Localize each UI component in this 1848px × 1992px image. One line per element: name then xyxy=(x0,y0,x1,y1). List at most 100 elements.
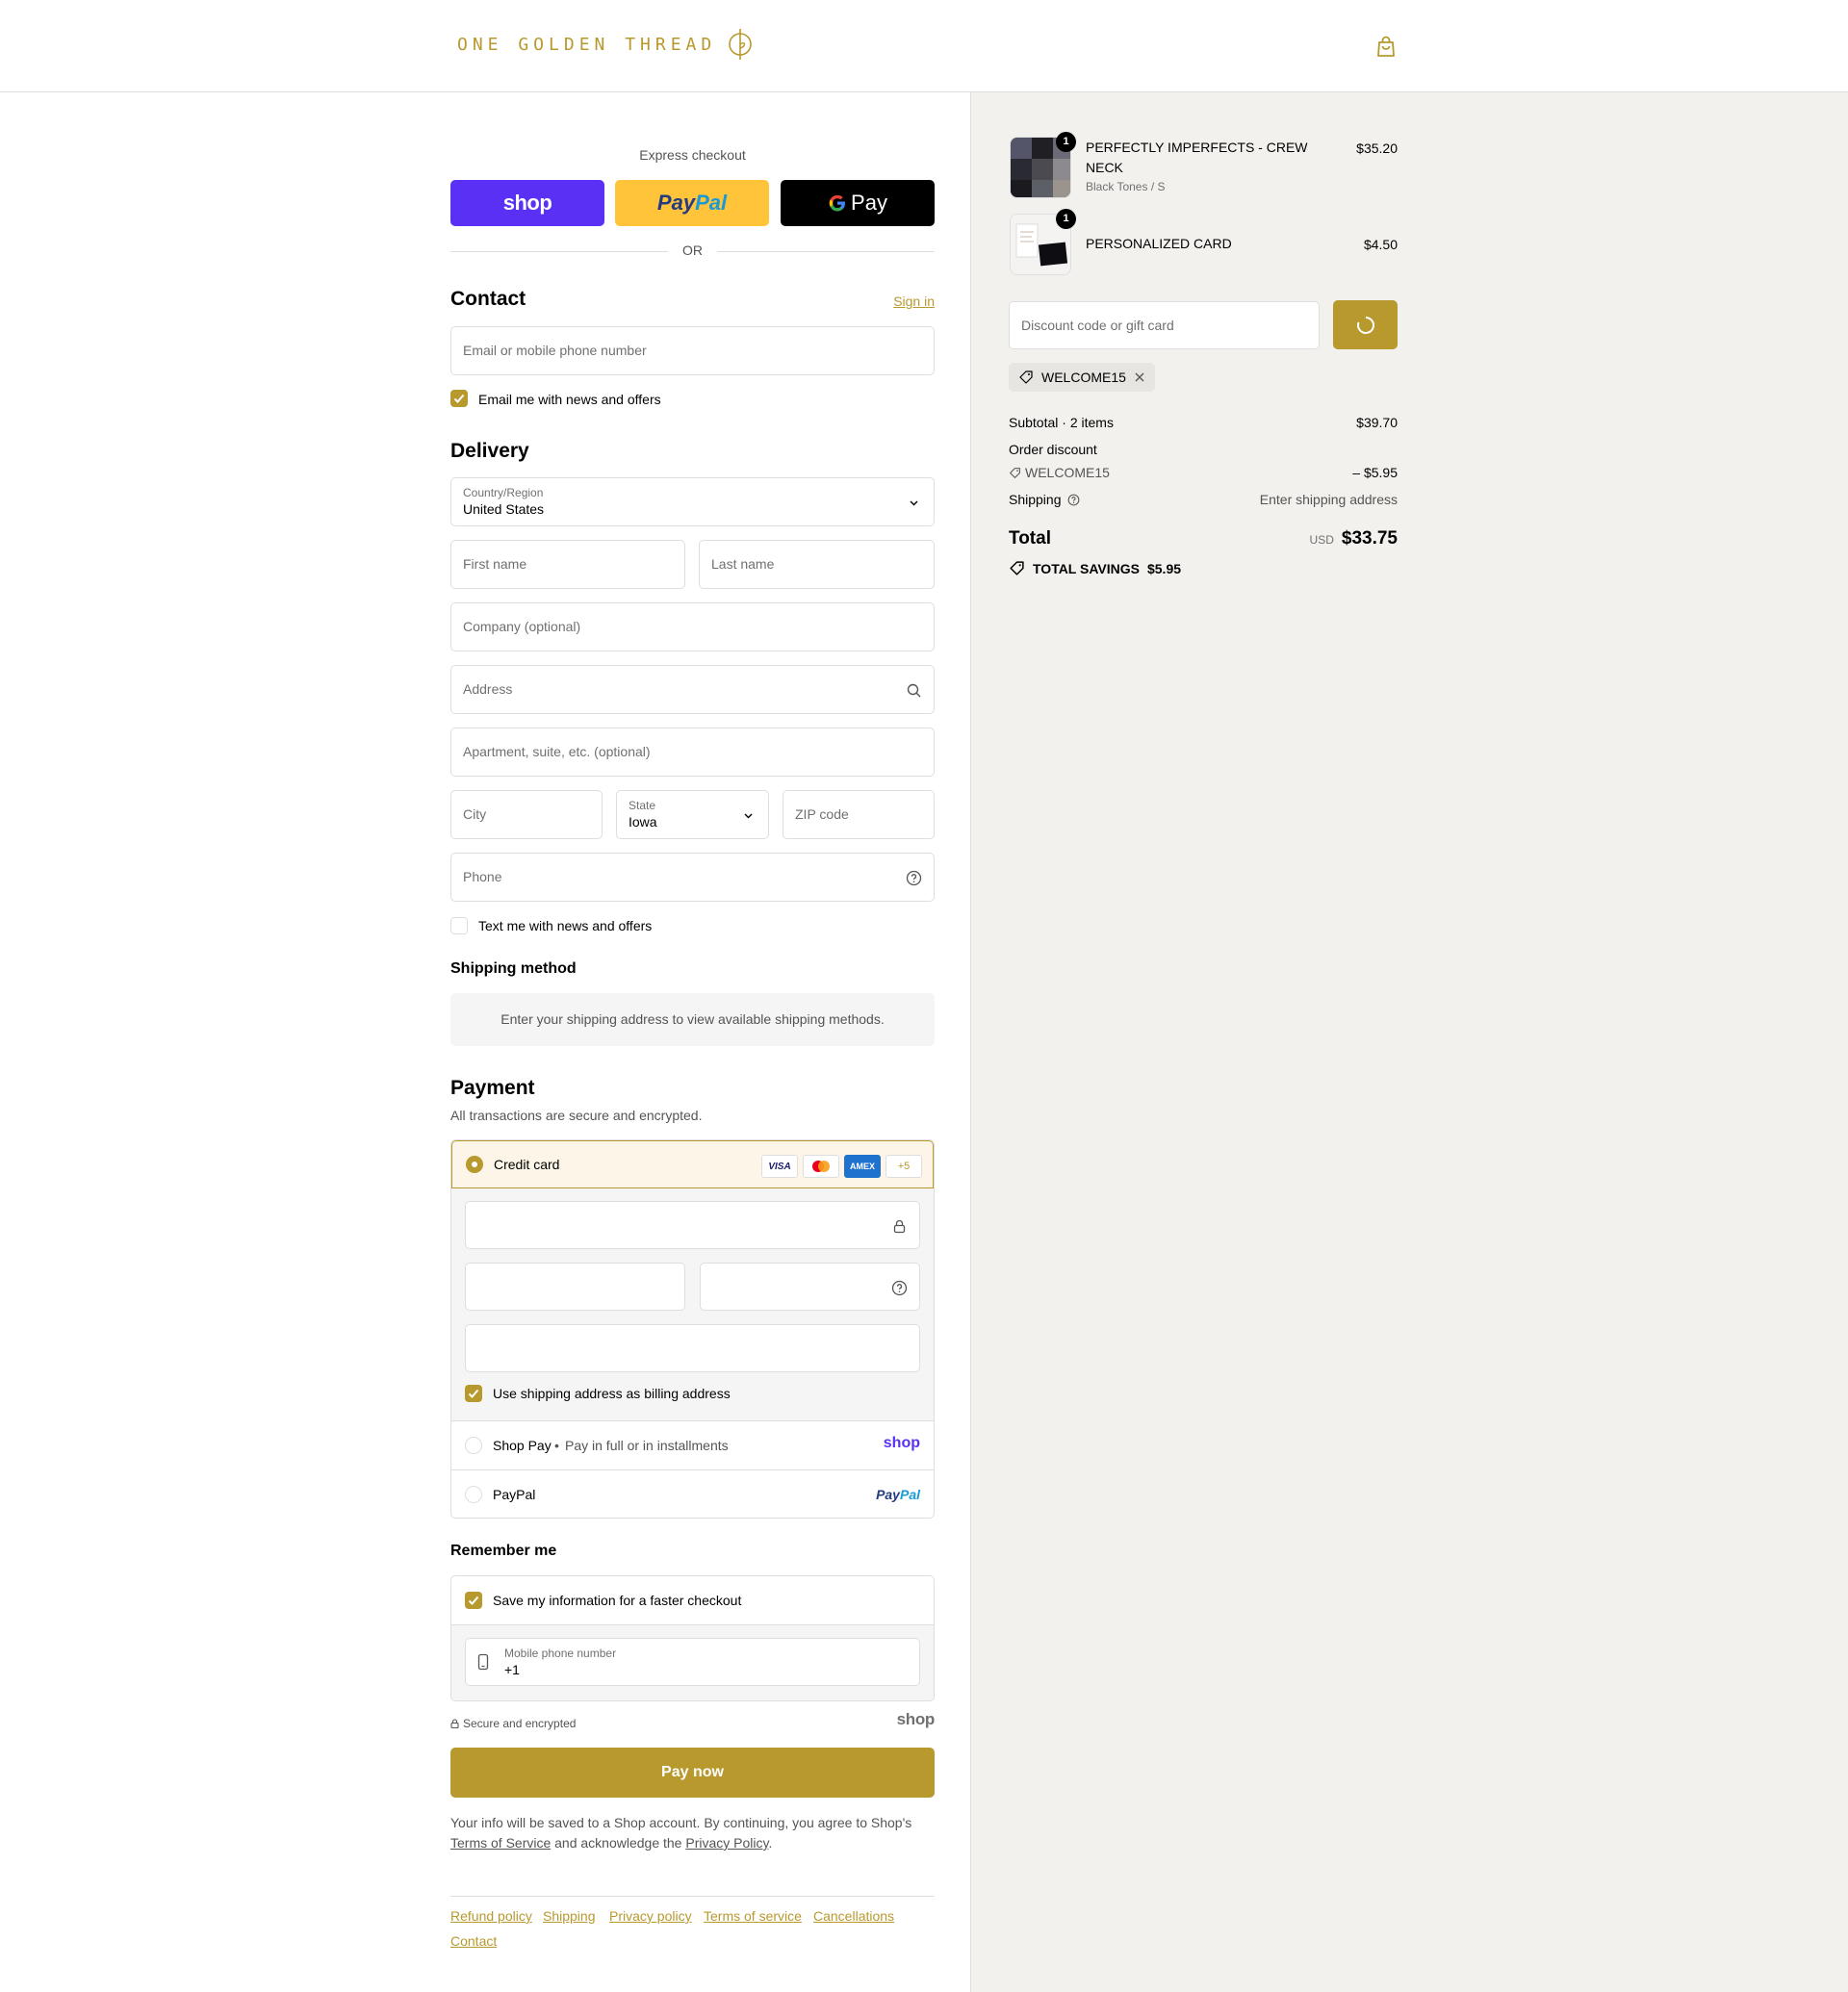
legal-part2: and acknowledge the xyxy=(551,1835,686,1851)
tag-icon xyxy=(1019,370,1033,384)
apply-discount-button[interactable] xyxy=(1333,300,1398,349)
first-name-field[interactable]: First name xyxy=(450,540,685,589)
shop-pay-logo: shop xyxy=(883,1435,920,1451)
discount-code-input[interactable]: Discount code or gift card xyxy=(1009,301,1320,349)
cancellations-link[interactable]: Cancellations xyxy=(813,1908,894,1924)
shop-pay-button[interactable]: shop xyxy=(450,180,604,226)
help-circle-icon[interactable] xyxy=(891,1280,908,1296)
phone-placeholder: Phone xyxy=(463,869,502,884)
terms-of-service-link[interactable]: Terms of service xyxy=(704,1908,802,1924)
paypal-option[interactable]: PayPal PayPal xyxy=(451,1469,934,1518)
text-news-label: Text me with news and offers xyxy=(478,918,653,933)
city-placeholder: City xyxy=(463,806,487,822)
email-field[interactable]: Email or mobile phone number xyxy=(450,326,935,375)
item-price: $35.20 xyxy=(1356,140,1398,156)
shop-pay-option[interactable]: Shop Pay • Pay in full or in installment… xyxy=(451,1421,934,1469)
currency-code: USD xyxy=(1309,533,1334,547)
paypal-wordmark-b: Pal xyxy=(695,191,728,215)
shop-privacy-link[interactable]: Privacy Policy xyxy=(685,1835,768,1851)
apartment-placeholder: Apartment, suite, etc. (optional) xyxy=(463,744,651,759)
shop-pay-sublabel: Pay in full or in installments xyxy=(565,1438,729,1453)
mobile-phone-field[interactable]: Mobile phone number +1 xyxy=(465,1638,920,1686)
payment-methods: Credit card VISA AMEX +5 Use shipping ad… xyxy=(450,1139,935,1519)
email-placeholder: Email or mobile phone number xyxy=(463,343,647,358)
state-value: Iowa xyxy=(629,814,657,830)
payment-subtitle: All transactions are secure and encrypte… xyxy=(450,1108,703,1123)
shop-terms-link[interactable]: Terms of Service xyxy=(450,1835,551,1851)
google-pay-button[interactable]: Pay xyxy=(781,180,935,226)
subtotal-label: Subtotal · 2 items xyxy=(1009,415,1114,430)
paypal-label: PayPal xyxy=(493,1487,536,1502)
discount-code: WELCOME15 xyxy=(1025,465,1110,480)
amex-icon: AMEX xyxy=(844,1155,881,1178)
mastercard-icon xyxy=(803,1155,839,1178)
last-name-field[interactable]: Last name xyxy=(699,540,935,589)
credit-card-option[interactable]: Credit card VISA AMEX +5 xyxy=(451,1140,934,1188)
address-field[interactable]: Address xyxy=(450,665,935,714)
expiry-field[interactable] xyxy=(465,1263,685,1311)
remember-me-box: Save my information for a faster checkou… xyxy=(450,1575,935,1701)
name-on-card-field[interactable] xyxy=(465,1324,920,1372)
credit-card-radio[interactable] xyxy=(466,1156,483,1173)
shop-logo: shop xyxy=(896,1710,936,1728)
total-row: USD $33.75 xyxy=(1310,528,1398,549)
more-cards-badge: +5 xyxy=(886,1155,922,1178)
sign-in-link[interactable]: Sign in xyxy=(893,294,935,309)
shipping-method-info: Enter your shipping address to view avai… xyxy=(450,993,935,1046)
save-info-label: Save my information for a faster checkou… xyxy=(493,1593,742,1608)
zip-field[interactable]: ZIP code xyxy=(783,790,935,839)
billing-same-checkbox[interactable] xyxy=(465,1385,482,1402)
shop-pay-radio[interactable] xyxy=(465,1437,482,1454)
refund-policy-link[interactable]: Refund policy xyxy=(450,1908,532,1924)
remember-me-body: Mobile phone number +1 xyxy=(451,1624,934,1700)
state-select[interactable]: State Iowa xyxy=(616,790,769,839)
contact-link[interactable]: Contact xyxy=(450,1933,497,1949)
phone-field[interactable]: Phone xyxy=(450,853,935,902)
company-field[interactable]: Company (optional) xyxy=(450,602,935,651)
text-news-checkbox[interactable] xyxy=(450,917,468,934)
billing-same-label: Use shipping address as billing address xyxy=(493,1386,731,1401)
email-news-checkbox[interactable] xyxy=(450,390,468,407)
chevron-down-icon xyxy=(744,813,753,819)
paypal-radio[interactable] xyxy=(465,1486,482,1503)
first-name-placeholder: First name xyxy=(463,556,527,572)
legal-part1: Your info will be saved to a Shop accoun… xyxy=(450,1815,912,1830)
visa-icon: VISA xyxy=(761,1155,798,1178)
close-icon[interactable] xyxy=(1134,371,1145,383)
shipping-row: Shipping xyxy=(1009,492,1080,507)
help-circle-icon[interactable] xyxy=(1067,494,1080,506)
apartment-field[interactable]: Apartment, suite, etc. (optional) xyxy=(450,728,935,777)
card-number-field[interactable] xyxy=(465,1201,920,1249)
quantity-badge: 1 xyxy=(1056,209,1076,229)
pay-now-button[interactable]: Pay now xyxy=(450,1748,935,1798)
header: ONE GOLDEN THREAD xyxy=(0,0,1848,92)
total-savings-value: $5.95 xyxy=(1146,560,1182,576)
state-label: State xyxy=(629,799,656,812)
item-name-line1: PERFECTLY IMPERFECTS - CREW xyxy=(1086,140,1308,155)
privacy-policy-link[interactable]: Privacy policy xyxy=(609,1908,692,1924)
applied-discount-chip: WELCOME15 xyxy=(1009,363,1155,392)
city-field[interactable]: City xyxy=(450,790,603,839)
help-circle-icon[interactable] xyxy=(906,870,922,886)
google-g-icon xyxy=(829,194,846,212)
tag-icon xyxy=(1010,467,1020,478)
credit-card-label: Credit card xyxy=(494,1157,560,1172)
lock-icon xyxy=(450,1719,459,1728)
country-select[interactable]: Country/Region United States xyxy=(450,477,935,526)
shipping-link[interactable]: Shipping xyxy=(543,1908,596,1924)
logo[interactable]: ONE GOLDEN THREAD xyxy=(457,27,753,62)
total-value: $33.75 xyxy=(1341,528,1398,549)
email-news-label: Email me with news and offers xyxy=(478,392,661,407)
shopping-bag-icon[interactable] xyxy=(1375,35,1397,58)
remember-me-title: Remember me xyxy=(450,1543,557,1559)
shop-pay-label: Shop Pay xyxy=(493,1438,552,1453)
total-savings-row: TOTAL SAVINGS $5.95 xyxy=(1009,560,1181,576)
paypal-button[interactable]: Pay Pal xyxy=(615,180,769,226)
security-code-field[interactable] xyxy=(700,1263,920,1311)
discount-amount: – $5.95 xyxy=(1352,465,1398,480)
legal-text: Your info will be saved to a Shop accoun… xyxy=(450,1813,935,1853)
save-info-checkbox[interactable] xyxy=(465,1592,482,1609)
spinner-icon xyxy=(1356,316,1374,334)
lock-icon xyxy=(893,1219,906,1234)
company-placeholder: Company (optional) xyxy=(463,619,581,634)
